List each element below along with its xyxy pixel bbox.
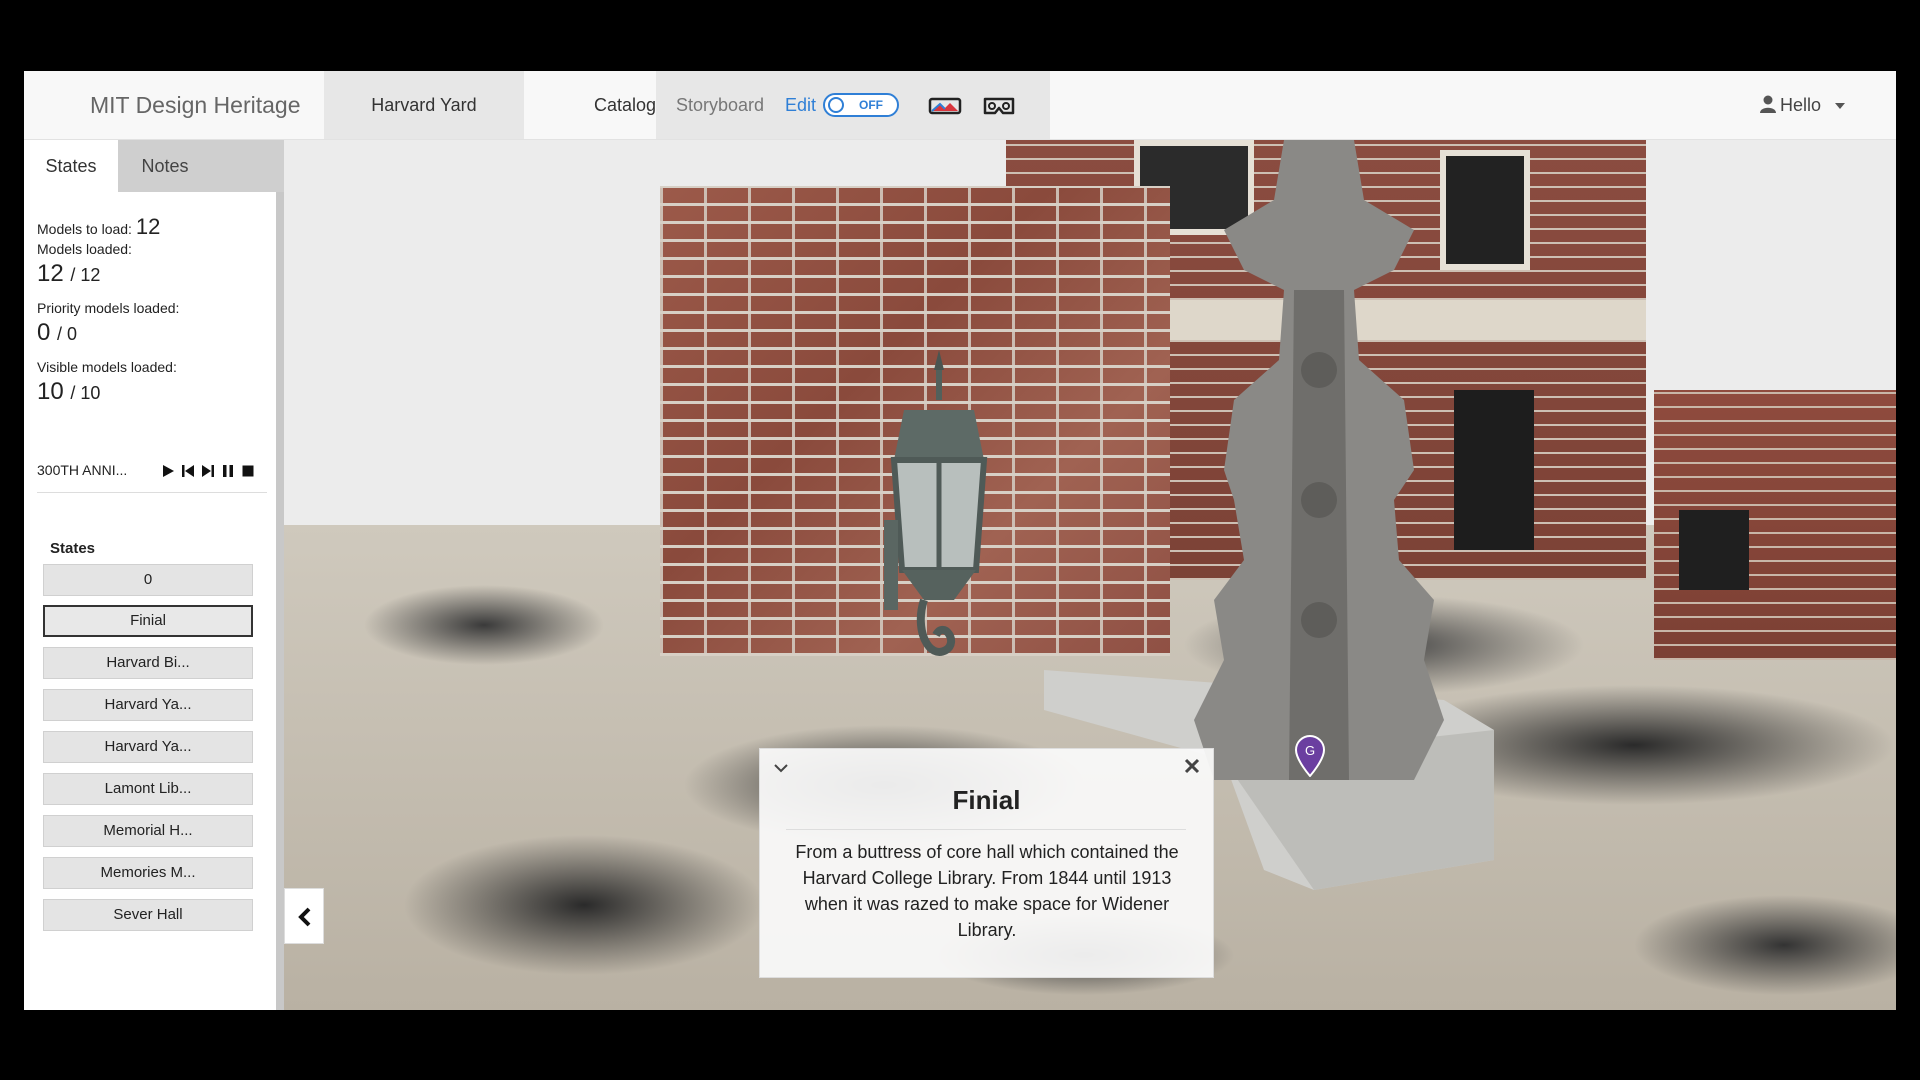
state-button-lamont-lib[interactable]: Lamont Lib... bbox=[43, 773, 253, 805]
state-button-memorial-h[interactable]: Memorial H... bbox=[43, 815, 253, 847]
models-to-load-value: 12 bbox=[135, 214, 161, 239]
models-loaded-label: Models loaded: bbox=[37, 241, 132, 257]
models-to-load-stat: Models to load: 12 bbox=[37, 214, 160, 240]
user-greeting: Hello bbox=[1780, 95, 1822, 115]
map-marker-icon[interactable]: G bbox=[1294, 735, 1326, 777]
toggle-state-label: OFF bbox=[859, 98, 883, 112]
priority-models-total: / 0 bbox=[57, 324, 78, 344]
state-button-harvard-ya-2[interactable]: Harvard Ya... bbox=[43, 731, 253, 763]
app-window: MIT Design Heritage Harvard Yard Memorie… bbox=[24, 71, 1896, 1010]
brand-title[interactable]: MIT Design Heritage bbox=[90, 71, 301, 139]
caret-down-icon bbox=[1835, 103, 1846, 110]
visible-models-value: 10 bbox=[37, 378, 64, 405]
skip-forward-icon[interactable] bbox=[201, 464, 215, 478]
sidebar-tabs: States Notes bbox=[24, 140, 284, 192]
skip-back-icon[interactable] bbox=[181, 464, 195, 478]
sidebar: States Notes Models to load: 12 Models l… bbox=[24, 140, 284, 1010]
pause-icon[interactable] bbox=[221, 464, 235, 478]
vr-icon[interactable] bbox=[928, 95, 962, 117]
close-icon[interactable] bbox=[1183, 757, 1201, 775]
nav-harvard-yard-memories[interactable]: Harvard Yard Memories bbox=[324, 71, 524, 183]
state-button-0[interactable]: 0 bbox=[43, 564, 253, 596]
story-player: 300TH ANNI... bbox=[37, 462, 267, 493]
collapse-sidebar-button[interactable] bbox=[284, 888, 324, 944]
state-button-memories-m[interactable]: Memories M... bbox=[43, 857, 253, 889]
navbar: MIT Design Heritage Harvard Yard Memorie… bbox=[24, 71, 1896, 183]
states-heading: States bbox=[50, 540, 96, 557]
info-card-body: From a buttress of core hall which conta… bbox=[795, 842, 1179, 940]
stop-icon[interactable] bbox=[241, 464, 255, 478]
visible-models-total: / 10 bbox=[70, 383, 101, 403]
chevron-left-icon bbox=[298, 907, 311, 927]
toggle-knob bbox=[828, 97, 844, 113]
player-title: 300TH ANNI... bbox=[37, 462, 128, 478]
state-button-harvard-ya-1[interactable]: Harvard Ya... bbox=[43, 689, 253, 721]
building-window bbox=[1454, 390, 1534, 550]
tab-notes[interactable]: Notes bbox=[118, 140, 212, 192]
nav-storyboard[interactable]: Storyboard bbox=[676, 71, 764, 139]
play-icon[interactable] bbox=[161, 464, 175, 478]
finial-model bbox=[1194, 140, 1444, 780]
cardboard-icon[interactable] bbox=[982, 95, 1016, 117]
edit-toggle[interactable]: OFF bbox=[823, 93, 899, 117]
storyboard-group: Storyboard Edit OFF bbox=[656, 71, 1050, 139]
state-button-harvard-bi[interactable]: Harvard Bi... bbox=[43, 647, 253, 679]
marker-label: G bbox=[1305, 743, 1315, 758]
models-loaded-value: 12 bbox=[37, 260, 64, 287]
state-button-finial[interactable]: Finial bbox=[43, 605, 253, 637]
info-card: Finial From a buttress of core hall whic… bbox=[759, 748, 1214, 978]
edit-label[interactable]: Edit bbox=[785, 71, 816, 139]
visible-models-stat: 10 / 10 bbox=[37, 378, 100, 406]
building-window bbox=[1679, 510, 1749, 590]
state-button-sever-hall[interactable]: Sever Hall bbox=[43, 899, 253, 931]
models-loaded-stat: 12 / 12 bbox=[37, 260, 100, 288]
priority-models-label: Priority models loaded: bbox=[37, 300, 180, 316]
models-loaded-total: / 12 bbox=[70, 265, 101, 285]
3d-viewer[interactable]: G Finial From a buttress of core hall wh… bbox=[284, 140, 1896, 1010]
visible-models-label: Visible models loaded: bbox=[37, 359, 177, 375]
models-to-load-label: Models to load: bbox=[37, 221, 132, 237]
priority-models-value: 0 bbox=[37, 319, 51, 346]
tab-states[interactable]: States bbox=[24, 140, 118, 192]
user-icon bbox=[1760, 95, 1776, 113]
divider bbox=[786, 829, 1186, 830]
priority-models-stat: 0 / 0 bbox=[37, 319, 77, 347]
lantern-model bbox=[884, 350, 988, 656]
user-menu[interactable]: Hello bbox=[1760, 71, 1846, 139]
chevron-down-icon[interactable] bbox=[772, 759, 790, 777]
info-card-title: Finial bbox=[952, 785, 1021, 815]
